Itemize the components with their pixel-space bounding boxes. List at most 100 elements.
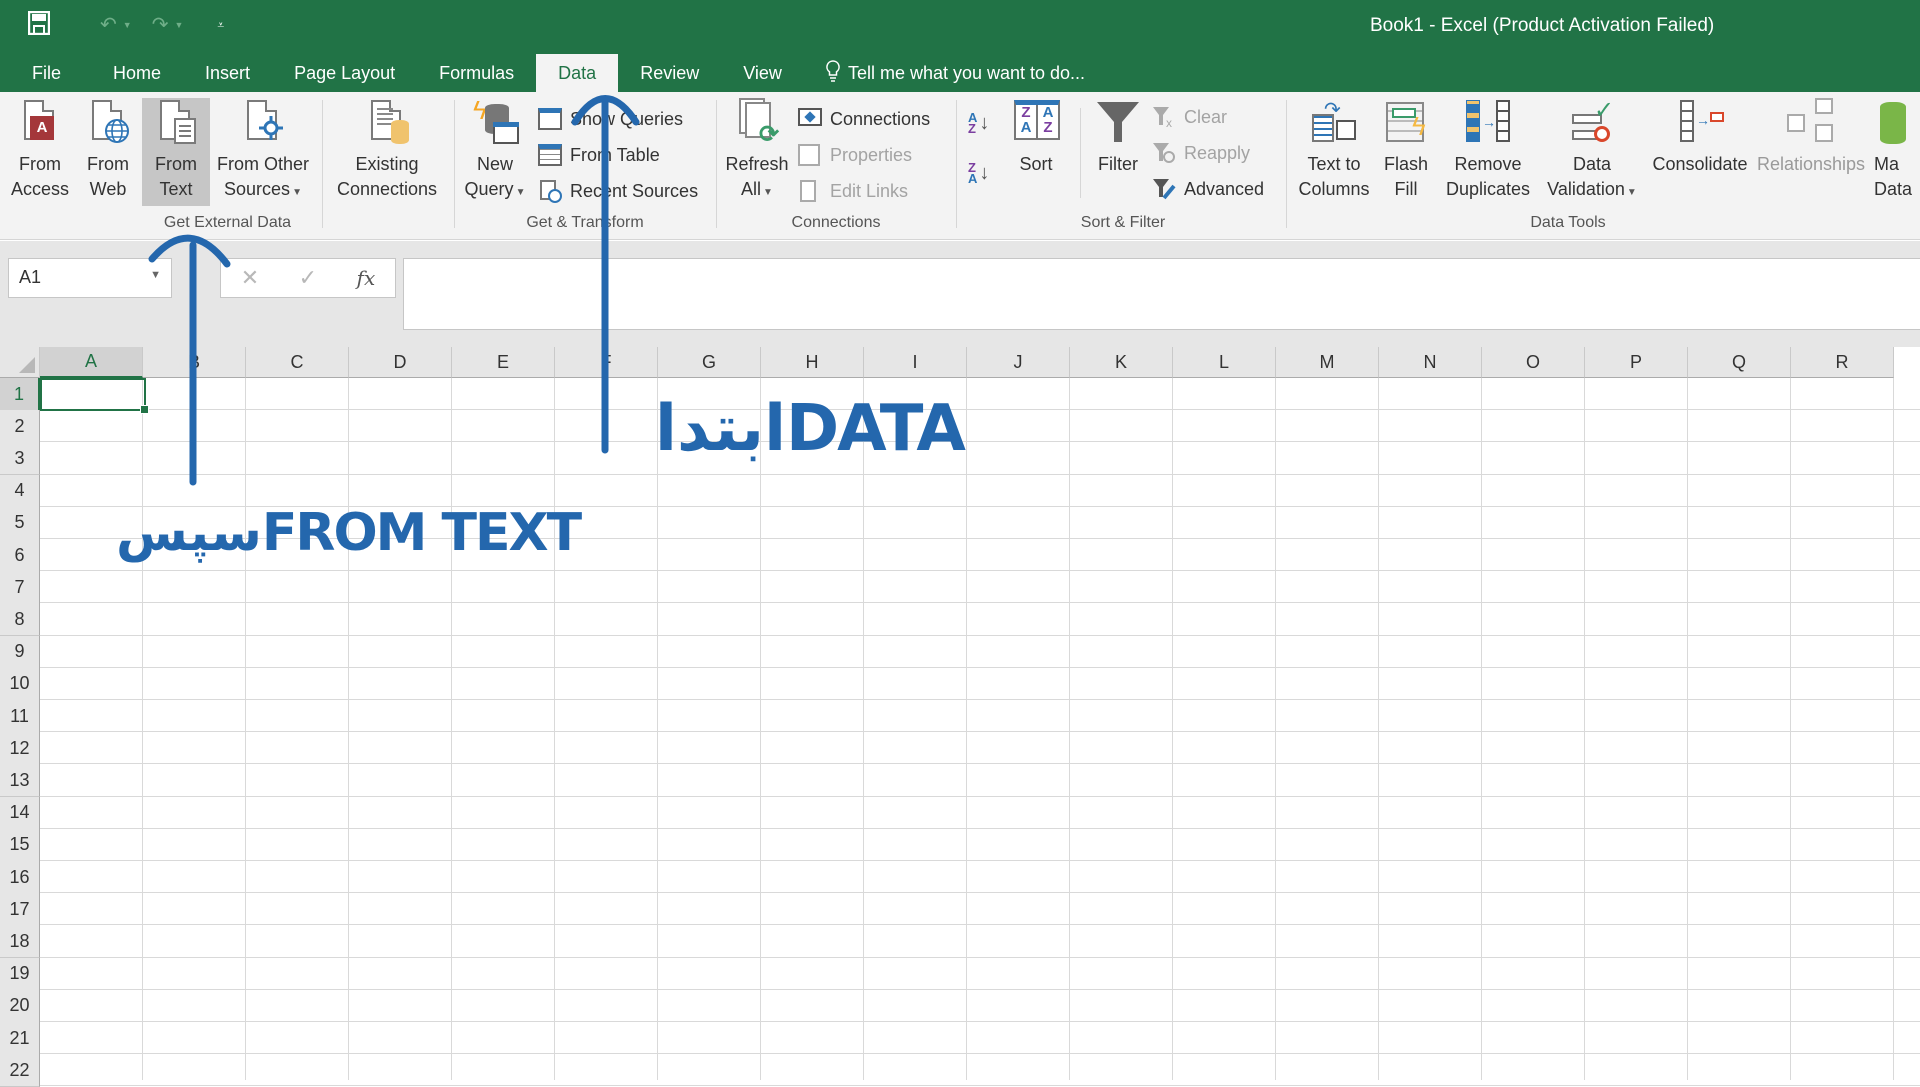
column-header-i[interactable]: I — [864, 347, 967, 378]
row-header-3[interactable]: 3 — [0, 442, 40, 476]
row-header-2[interactable]: 2 — [0, 410, 40, 444]
gridline — [1893, 378, 1894, 1080]
active-cell-a1[interactable] — [40, 378, 149, 414]
existing-connections-button[interactable]: Existing Connections — [330, 98, 444, 202]
tell-me-search[interactable]: Tell me what you want to do... — [804, 54, 1085, 92]
data-validation-button[interactable]: ✓ Data Validation ▼ — [1542, 98, 1642, 205]
row-header-4[interactable]: 4 — [0, 474, 40, 508]
row-header-8[interactable]: 8 — [0, 603, 40, 637]
sort-button[interactable]: ZA AZ Sort — [1006, 98, 1066, 177]
undo-icon[interactable]: ↶ — [100, 15, 117, 35]
undo-dropdown-icon[interactable]: ▼ — [123, 20, 132, 30]
from-access-button[interactable]: A From Access — [6, 98, 74, 202]
remove-duplicates-button[interactable]: → Remove Duplicates — [1436, 98, 1540, 202]
insert-function-icon[interactable]: fx — [357, 266, 376, 290]
properties-button[interactable]: Properties — [798, 140, 912, 170]
row-header-5[interactable]: 5 — [0, 506, 40, 540]
sort-z-to-a-button[interactable]: Z A ↓ — [968, 158, 989, 188]
tab-review[interactable]: Review — [618, 54, 721, 92]
column-header-e[interactable]: E — [452, 347, 555, 378]
relationships-button[interactable]: Relationships — [1754, 98, 1868, 177]
column-header-m[interactable]: M — [1276, 347, 1379, 378]
column-header-b[interactable]: B — [143, 347, 246, 378]
name-box-dropdown-icon[interactable]: ▼ — [150, 269, 161, 281]
gridline — [760, 378, 761, 1080]
row-header-6[interactable]: 6 — [0, 539, 40, 572]
row-header-14[interactable]: 14 — [0, 796, 40, 830]
column-header-a[interactable]: A — [40, 347, 143, 378]
row-header-17[interactable]: 17 — [0, 893, 40, 927]
column-header-h[interactable]: H — [761, 347, 864, 378]
row-header-21[interactable]: 21 — [0, 1022, 40, 1055]
gridline — [1481, 378, 1482, 1080]
row-header-10[interactable]: 10 — [0, 667, 40, 701]
edit-links-button[interactable]: Edit Links — [798, 176, 908, 206]
new-query-button[interactable]: ϟ New Query ▼ — [460, 97, 530, 205]
from-other-sources-button[interactable]: From Other Sources ▼ — [210, 98, 316, 205]
filter-button[interactable]: Filter — [1088, 98, 1148, 177]
column-header-g[interactable]: G — [658, 347, 761, 378]
row-header-9[interactable]: 9 — [0, 635, 40, 669]
row-header-19[interactable]: 19 — [0, 957, 40, 991]
sort-a-to-z-button[interactable]: A Z ↓ — [968, 108, 989, 138]
row-header-7[interactable]: 7 — [0, 571, 40, 605]
connections-button[interactable]: Connections — [798, 104, 930, 134]
manage-data-model-button[interactable]: Ma Data — [1870, 98, 1920, 202]
column-header-k[interactable]: K — [1070, 347, 1173, 378]
splitter-handle[interactable] — [192, 269, 196, 287]
consolidate-button[interactable]: → Consolidate — [1646, 98, 1754, 177]
column-header-r[interactable]: R — [1791, 347, 1894, 378]
recent-sources-button[interactable]: Recent Sources — [538, 176, 698, 206]
row-header-22[interactable]: 22 — [0, 1054, 40, 1087]
reapply-button[interactable]: Reapply — [1152, 138, 1250, 168]
from-text-button[interactable]: From Text — [142, 98, 210, 206]
tab-home[interactable]: Home — [91, 54, 183, 92]
row-header-1[interactable]: 1 — [0, 378, 40, 411]
text-to-columns-button[interactable]: ↷ Text to Columns — [1294, 98, 1374, 202]
row-header-11[interactable]: 11 — [0, 700, 40, 733]
formula-input[interactable] — [403, 258, 1920, 330]
column-header-p[interactable]: P — [1585, 347, 1688, 378]
show-queries-button[interactable]: Show Queries — [538, 104, 683, 134]
gridline — [40, 763, 1920, 764]
column-header-l[interactable]: L — [1173, 347, 1276, 378]
save-icon[interactable] — [27, 10, 51, 39]
row-header-12[interactable]: 12 — [0, 732, 40, 766]
column-header-n[interactable]: N — [1379, 347, 1482, 378]
flash-fill-button[interactable]: ϟ Flash Fill — [1378, 98, 1434, 202]
customize-toolbar-icon[interactable]: ⩡ — [217, 19, 224, 31]
row-header-20[interactable]: 20 — [0, 989, 40, 1023]
row-header-18[interactable]: 18 — [0, 925, 40, 959]
tab-formulas[interactable]: Formulas — [417, 54, 536, 92]
gridline — [40, 892, 1920, 893]
tab-file[interactable]: File — [0, 54, 91, 92]
column-header-o[interactable]: O — [1482, 347, 1585, 378]
gridline — [40, 989, 1920, 990]
tab-insert[interactable]: Insert — [183, 54, 272, 92]
name-box[interactable]: A1 ▼ — [8, 258, 172, 298]
select-all-button[interactable] — [0, 347, 40, 378]
column-header-j[interactable]: J — [967, 347, 1070, 378]
redo-dropdown-icon[interactable]: ▼ — [174, 20, 183, 30]
row-header-16[interactable]: 16 — [0, 861, 40, 894]
advanced-filter-button[interactable]: Advanced — [1152, 174, 1264, 204]
enter-icon[interactable]: ✓ — [299, 265, 317, 291]
tab-data[interactable]: Data — [536, 54, 619, 92]
redo-icon[interactable]: ↷ — [152, 15, 169, 35]
gridline — [40, 731, 1920, 732]
cancel-icon[interactable]: ✕ — [241, 265, 259, 291]
refresh-all-button[interactable]: ⟳ Refresh All ▼ — [722, 98, 792, 205]
tab-view[interactable]: View — [721, 54, 804, 92]
row-header-13[interactable]: 13 — [0, 764, 40, 798]
advanced-filter-icon — [1152, 178, 1176, 200]
clear-filter-button[interactable]: x Clear — [1152, 102, 1227, 132]
tab-page-layout[interactable]: Page Layout — [272, 54, 417, 92]
from-table-button[interactable]: From Table — [538, 140, 660, 170]
column-header-d[interactable]: D — [349, 347, 452, 378]
column-header-q[interactable]: Q — [1688, 347, 1791, 378]
gridline — [40, 699, 1920, 700]
from-web-button[interactable]: From Web — [78, 98, 138, 202]
column-header-f[interactable]: F — [555, 347, 658, 378]
column-header-c[interactable]: C — [246, 347, 349, 378]
row-header-15[interactable]: 15 — [0, 828, 40, 862]
